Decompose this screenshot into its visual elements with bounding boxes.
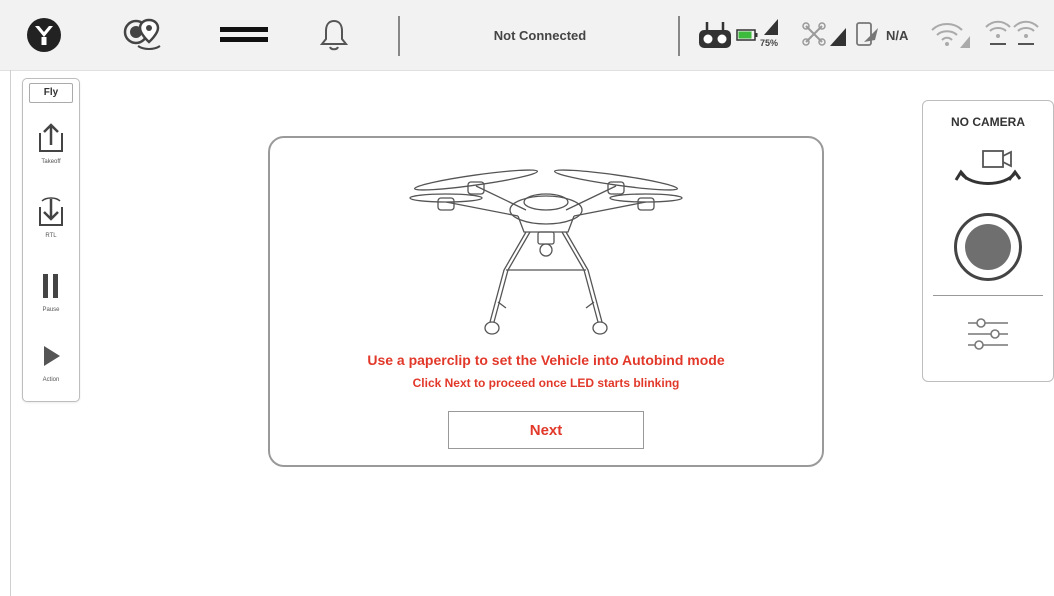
- wifi-dual-indicator[interactable]: [984, 0, 1040, 70]
- top-toolbar: Not Connected 75% N/A: [0, 0, 1054, 71]
- notifications-button[interactable]: [312, 0, 356, 70]
- battery-percentage: 75%: [760, 38, 779, 48]
- remote-controller-icon: [699, 22, 731, 48]
- toolbar-divider: [678, 16, 680, 56]
- vehicle-map-pin-icon: [123, 18, 161, 50]
- vehicle-signal-icon: [764, 19, 778, 35]
- menu-icon: [220, 27, 268, 42]
- pause-button[interactable]: Pause: [23, 267, 79, 313]
- drone-signal-icon: [802, 22, 846, 46]
- camera-control-panel: NO CAMERA: [922, 100, 1054, 382]
- vehicle-map-button[interactable]: [118, 0, 172, 70]
- app-logo-icon: [27, 18, 61, 52]
- drone-signal-indicator[interactable]: [802, 0, 846, 70]
- next-button[interactable]: Next: [448, 411, 644, 449]
- action-label: Action: [42, 377, 60, 383]
- camera-status-title: NO CAMERA: [951, 115, 1025, 129]
- connection-status: Not Connected: [493, 27, 587, 43]
- rtl-button[interactable]: RTL: [23, 193, 79, 239]
- camera-switch-icon: [954, 150, 1022, 185]
- play-icon: [44, 346, 60, 366]
- battery-icon: [736, 29, 758, 41]
- fly-mode-tab[interactable]: Fly: [29, 83, 73, 103]
- takeoff-label: Takeoff: [41, 159, 61, 165]
- remote-controller-indicator[interactable]: [698, 0, 732, 70]
- instruction-secondary: Click Next to proceed once LED starts bl…: [412, 376, 680, 390]
- takeoff-button[interactable]: Takeoff: [23, 119, 79, 165]
- pause-label: Pause: [42, 307, 60, 313]
- toolbar-divider: [398, 16, 400, 56]
- flight-toolbar: Fly Takeoff RTL Pause Action: [22, 78, 80, 402]
- status-indicators: 75% N/A: [694, 0, 1054, 70]
- camera-panel-divider: [933, 295, 1043, 296]
- wifi-indicator[interactable]: [930, 0, 970, 70]
- wifi-dual-icon: [985, 20, 1039, 45]
- drone-icon: [409, 169, 683, 335]
- camera-settings-button[interactable]: [966, 315, 1010, 358]
- wifi-icon: [931, 23, 970, 48]
- rtl-label: RTL: [45, 233, 57, 239]
- battery-indicator[interactable]: 75%: [736, 0, 786, 70]
- menu-button[interactable]: [216, 0, 272, 70]
- rtl-icon: [39, 197, 63, 226]
- bell-icon: [319, 19, 349, 51]
- record-icon: [965, 224, 1011, 270]
- autobind-wizard-panel: Use a paperclip to set the Vehicle into …: [268, 136, 824, 467]
- record-button[interactable]: [954, 213, 1022, 281]
- pause-icon: [43, 274, 58, 298]
- gps-icon: [856, 22, 878, 46]
- gps-status: N/A: [886, 27, 909, 43]
- sliders-icon: [968, 318, 1008, 350]
- gps-indicator[interactable]: N/A: [854, 0, 908, 70]
- camera-switch-button[interactable]: [953, 147, 1023, 202]
- action-button[interactable]: Action: [23, 337, 79, 383]
- instruction-primary: Use a paperclip to set the Vehicle into …: [367, 352, 725, 368]
- app-logo-button[interactable]: [22, 0, 66, 70]
- content-edge-line: [10, 70, 11, 596]
- takeoff-icon: [39, 123, 63, 152]
